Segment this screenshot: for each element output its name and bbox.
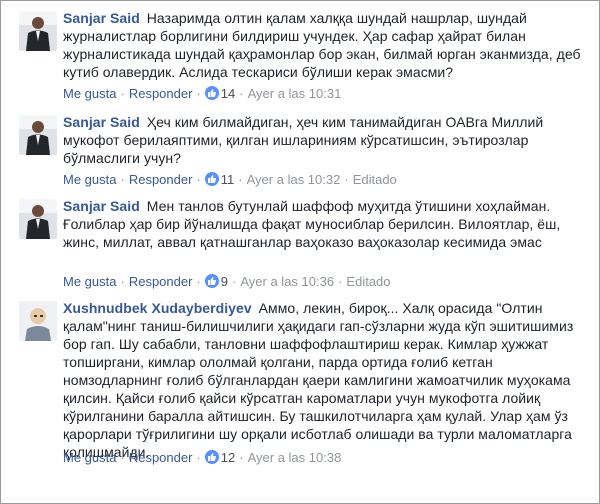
reply-link[interactable]: Responder	[129, 86, 193, 101]
like-count[interactable]: 12	[221, 450, 235, 465]
separator: ·	[239, 450, 244, 465]
separator: ·	[196, 450, 201, 465]
comment-actions: Me gusta · Responder · 12 · Ayer a las 10:38	[63, 449, 341, 467]
like-link[interactable]: Me gusta	[63, 450, 116, 465]
edited-label[interactable]: Editado	[353, 172, 397, 187]
separator: ·	[196, 86, 201, 101]
separator: ·	[344, 172, 349, 187]
separator: ·	[238, 172, 243, 187]
comment-time[interactable]: Ayer a las 10:36	[240, 274, 334, 289]
thumbs-up-icon[interactable]	[204, 86, 219, 100]
comment-text: Аммо, лекин, бироқ... Халқ орасида "Олти…	[63, 300, 574, 460]
comment-author[interactable]: Sanjar Said	[63, 10, 140, 26]
comment-body: Xushnudbek Xudayberdiyev Аммо, лекин, би…	[63, 299, 583, 461]
comment-time[interactable]: Ayer a las 10:32	[247, 172, 341, 187]
thumbs-up-icon[interactable]	[204, 274, 219, 288]
like-count[interactable]: 14	[221, 86, 235, 101]
separator: ·	[338, 274, 343, 289]
separator: ·	[196, 172, 201, 187]
like-link[interactable]: Me gusta	[63, 172, 116, 187]
comment-author[interactable]: Xushnudbek Xudayberdiyev	[63, 300, 252, 316]
separator: ·	[232, 274, 237, 289]
avatar[interactable]	[19, 301, 57, 341]
like-count[interactable]: 9	[221, 274, 228, 289]
edited-label[interactable]: Editado	[346, 274, 390, 289]
comment-actions: Me gusta · Responder · 14 · Ayer a las 10:31	[63, 85, 341, 103]
separator: ·	[120, 450, 125, 465]
thumbs-up-icon[interactable]	[204, 450, 219, 464]
separator: ·	[120, 86, 125, 101]
avatar[interactable]	[19, 11, 57, 51]
separator: ·	[120, 274, 125, 289]
reply-link[interactable]: Responder	[129, 172, 193, 187]
comment-time[interactable]: Ayer a las 10:38	[248, 450, 342, 465]
comment-body: Sanjar Said Назаримда олтин қалам халққа…	[63, 9, 583, 81]
comment-body: Sanjar Said Мен танлов бутунлай шаффоф м…	[63, 197, 583, 251]
separator: ·	[239, 86, 244, 101]
like-count[interactable]: 11	[221, 172, 235, 187]
comment-author[interactable]: Sanjar Said	[63, 114, 140, 130]
comment-body: Sanjar Said Ҳеч ким билмайдиган, ҳеч ким…	[63, 113, 583, 167]
thumbs-up-icon[interactable]	[204, 172, 219, 186]
comment-author[interactable]: Sanjar Said	[63, 198, 140, 214]
separator: ·	[120, 172, 125, 187]
comment-time[interactable]: Ayer a las 10:31	[248, 86, 342, 101]
like-link[interactable]: Me gusta	[63, 86, 116, 101]
comment-actions: Me gusta · Responder · 11 · Ayer a las 10:32 · E…	[63, 171, 397, 189]
comment-actions: Me gusta · Responder · 9 · Ayer a las 10:36 · Ed…	[63, 273, 391, 291]
avatar[interactable]	[19, 115, 57, 155]
comments-panel: Sanjar Said Назаримда олтин қалам халққа…	[0, 0, 600, 504]
like-link[interactable]: Me gusta	[63, 274, 116, 289]
separator: ·	[196, 274, 201, 289]
comment-text: Назаримда олтин қалам халққа шундай нашр…	[63, 10, 581, 80]
reply-link[interactable]: Responder	[129, 274, 193, 289]
avatar[interactable]	[19, 199, 57, 239]
reply-link[interactable]: Responder	[129, 450, 193, 465]
